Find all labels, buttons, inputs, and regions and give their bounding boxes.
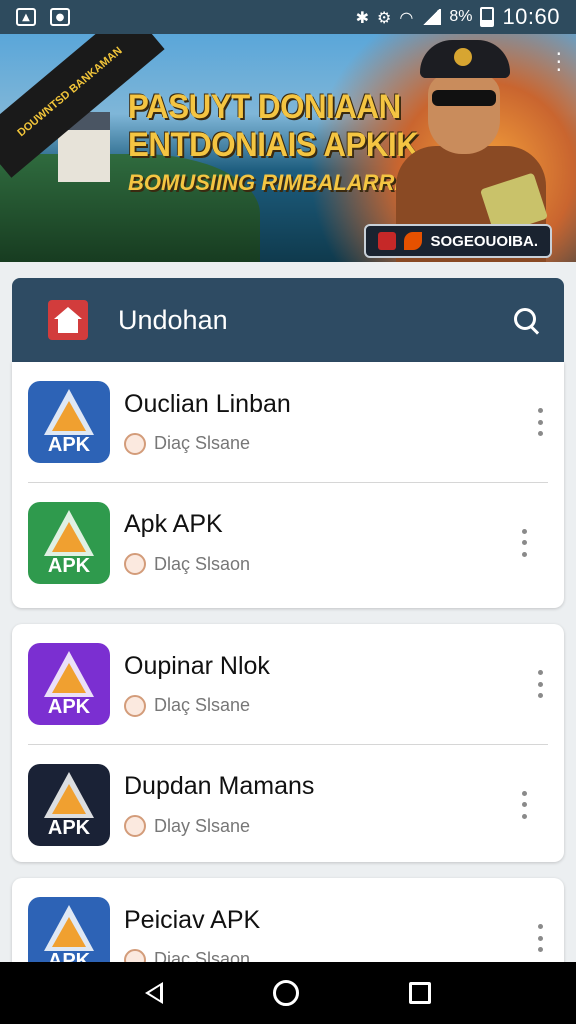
list-item[interactable]: APK Apk APK Dlaç Slsaon xyxy=(28,482,548,602)
banner-badge-text: SOGEOUOIBA. xyxy=(430,232,538,250)
banner-line1: PASUYT DONIAAN xyxy=(128,88,401,126)
download-icon xyxy=(124,432,146,455)
apk-icon: APK xyxy=(28,381,110,463)
bluetooth-icon: ✱ xyxy=(355,7,369,27)
list-item[interactable]: APK Ouclian Linban Diaç Slsane xyxy=(12,362,564,482)
image-icon: ▲ xyxy=(16,8,36,26)
app-card-1: APK Ouclian Linban Diaç Slsane APK Apk A… xyxy=(12,362,564,608)
battery-percent: 8% xyxy=(449,8,473,25)
app-subtitle: Dlaç Slsaon xyxy=(154,553,251,574)
banner-line2: ENTDONIAIS APKIK xyxy=(128,126,419,164)
banner-overflow-icon[interactable]: · · · xyxy=(556,44,562,80)
search-icon[interactable] xyxy=(506,300,546,340)
banner-headline: PASUYT DONIAAN ENTDONIAIS APKIK BOMUSIIN… xyxy=(128,88,428,196)
download-icon xyxy=(124,553,146,575)
flag-icon xyxy=(378,232,397,250)
clock: 10:60 xyxy=(502,4,560,29)
app-title: Peiciav APK xyxy=(124,905,261,934)
page-title: Undohan xyxy=(118,304,228,335)
home-nav-icon[interactable] xyxy=(273,980,299,1006)
apk-icon: APK xyxy=(28,643,110,725)
recents-icon[interactable] xyxy=(409,982,431,1004)
app-header: Undohan xyxy=(12,278,564,362)
app-subtitle: Diaç Slsane xyxy=(154,433,251,453)
more-options-icon[interactable] xyxy=(520,790,528,819)
list-item[interactable]: APK Dupdan Mamans Dlay Slsane xyxy=(28,744,548,864)
navigation-bar xyxy=(0,962,576,1024)
home-icon[interactable] xyxy=(48,300,88,340)
more-options-icon[interactable] xyxy=(536,670,544,698)
settings-icon: ⚙ xyxy=(377,7,392,27)
back-icon[interactable] xyxy=(145,982,163,1004)
more-options-icon[interactable] xyxy=(536,924,544,952)
wifi-icon: ◠ xyxy=(399,7,414,27)
banner-badge: SOGEOUOIBA. xyxy=(364,224,552,258)
signal-icon xyxy=(421,9,442,25)
banner-line3: BOMUSIING RIMBALARRIT! xyxy=(128,170,422,195)
download-icon xyxy=(124,815,146,837)
more-options-icon[interactable] xyxy=(520,528,528,557)
list-item[interactable]: APK Oupinar Nlok Dlaç Slsane xyxy=(12,624,564,744)
app-card-2: APK Oupinar Nlok Dlaç Slsane APK Dupdan … xyxy=(12,624,564,862)
download-icon xyxy=(124,694,146,717)
more-options-icon[interactable] xyxy=(536,408,544,436)
notification-icon: ● xyxy=(50,8,70,26)
promo-banner[interactable]: DOUWNTSD BANKAMAN PASUYT DONIAAN ENTDONI… xyxy=(0,34,576,262)
status-bar: ▲ ● ✱ ⚙ ◠ 8% 10:60 xyxy=(0,0,576,34)
battery-icon xyxy=(480,7,495,27)
app-title: Apk APK xyxy=(124,510,223,538)
apk-icon: APK xyxy=(28,501,110,584)
leaf-icon xyxy=(404,232,423,250)
app-title: Ouclian Linban xyxy=(124,389,291,418)
app-title: Dupdan Mamans xyxy=(124,772,315,800)
apk-icon: APK xyxy=(28,763,110,846)
app-subtitle: Dlaç Slsane xyxy=(154,695,251,715)
app-subtitle: Dlay Slsane xyxy=(154,815,251,836)
app-title: Oupinar Nlok xyxy=(124,651,270,680)
